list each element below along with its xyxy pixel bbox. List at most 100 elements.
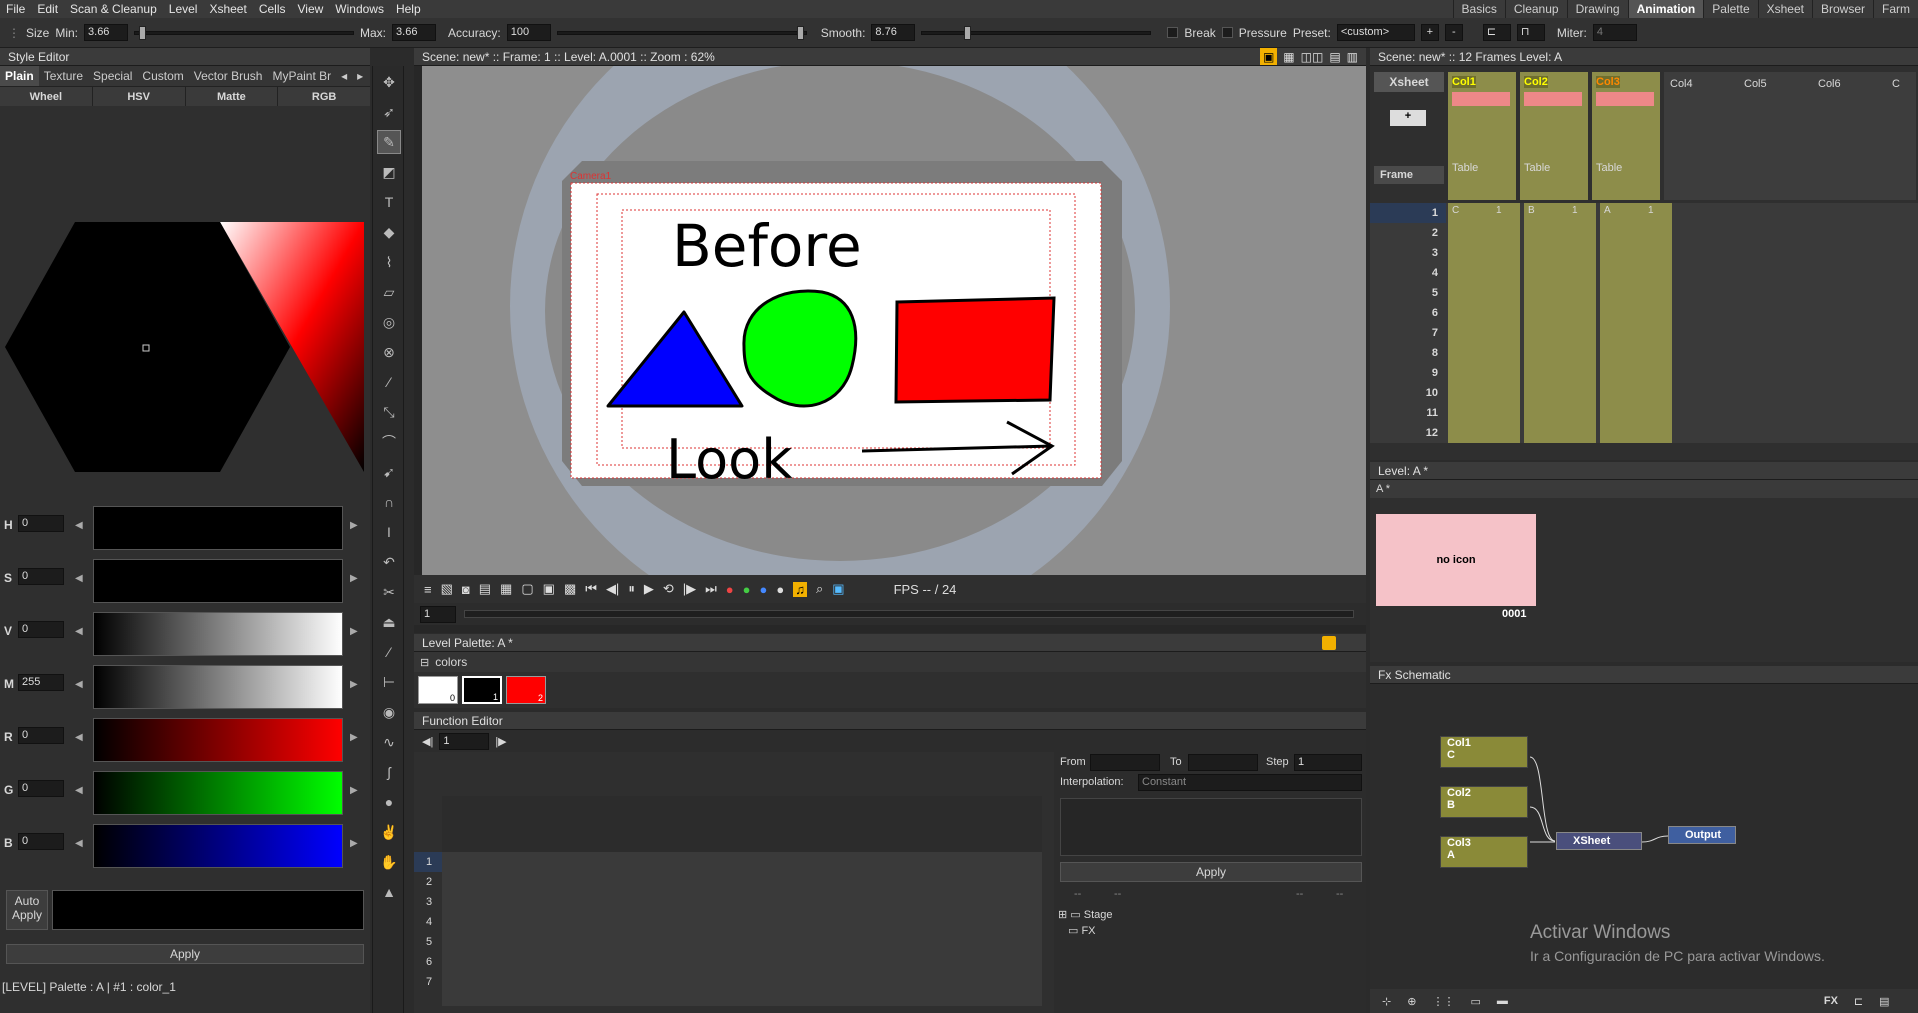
- level-dropdown[interactable]: A *: [1370, 480, 1918, 498]
- xsheet-cells-col1[interactable]: C1: [1448, 203, 1520, 443]
- room-basics[interactable]: Basics: [1452, 0, 1505, 18]
- output-icon[interactable]: ▤: [1879, 995, 1889, 1008]
- row-number[interactable]: 1: [1370, 203, 1446, 223]
- new-level-icon[interactable]: +: [1390, 110, 1426, 126]
- pinch-tool-icon[interactable]: ⌒: [377, 430, 401, 454]
- smooth-field[interactable]: 8.76: [871, 24, 916, 41]
- sound-icon[interactable]: ♫: [793, 581, 807, 597]
- color-wheel[interactable]: [0, 120, 370, 540]
- fit-icon[interactable]: ⊹: [1382, 995, 1391, 1008]
- auto-apply-toggle[interactable]: Auto Apply: [6, 890, 48, 930]
- column-preview-icon[interactable]: [1596, 92, 1654, 106]
- style-apply-button[interactable]: Apply: [6, 944, 364, 964]
- animate-tool-icon[interactable]: ✥: [377, 70, 401, 94]
- size-max-field[interactable]: 3.66: [392, 24, 437, 41]
- next-key-icon[interactable]: |▶: [495, 735, 506, 748]
- expand-icon[interactable]: ⊞: [1058, 909, 1070, 921]
- column-preview-icon[interactable]: [1452, 92, 1510, 106]
- v-field[interactable]: 0: [18, 621, 64, 638]
- bender-tool-icon[interactable]: I: [377, 520, 401, 544]
- tab-scroll-right-icon[interactable]: ▸: [352, 66, 368, 86]
- tree-stage[interactable]: ⊞ ▭ Stage: [1058, 908, 1112, 924]
- break-checkbox[interactable]: [1167, 27, 1179, 38]
- white-bg-icon[interactable]: ▢: [521, 581, 533, 597]
- tracker-tool-icon[interactable]: ⁄: [377, 640, 401, 664]
- to-field[interactable]: [1188, 754, 1258, 771]
- miter-field[interactable]: 4: [1592, 24, 1637, 41]
- r-field[interactable]: 0: [18, 727, 64, 744]
- interpolation-dropdown[interactable]: Constant: [1138, 774, 1362, 791]
- arrow-left-icon[interactable]: ◀: [75, 626, 83, 637]
- fx-button[interactable]: FX: [1824, 995, 1838, 1007]
- tab-vector-brush[interactable]: Vector Brush: [189, 66, 268, 86]
- cap-style-button[interactable]: ⊏: [1482, 24, 1511, 41]
- fill-tool-icon[interactable]: ◆: [377, 220, 401, 244]
- camera-view-icon[interactable]: ◫◫: [1301, 48, 1324, 65]
- locator-icon[interactable]: ⌕: [816, 581, 823, 597]
- mode-rgb[interactable]: RGB: [278, 87, 370, 106]
- geometric-tool-icon[interactable]: ◩: [377, 160, 401, 184]
- r-slider[interactable]: [93, 718, 343, 762]
- control-point-tool-icon[interactable]: ⤡: [377, 400, 401, 424]
- fx-node-col1[interactable]: Col1 C: [1440, 736, 1528, 768]
- arrow-right-icon[interactable]: ▶: [350, 838, 358, 849]
- last-frame-icon[interactable]: ⏭: [705, 581, 717, 597]
- black-bg-icon[interactable]: ▣: [543, 581, 555, 597]
- room-browser[interactable]: Browser: [1811, 0, 1873, 18]
- column-header-empty[interactable]: C: [1886, 72, 1916, 200]
- menu-xsheet[interactable]: Xsheet: [203, 2, 252, 16]
- prev-key-icon[interactable]: ◀|: [422, 735, 433, 748]
- snapshot-icon[interactable]: ◙: [462, 582, 470, 597]
- arrow-left-icon[interactable]: ◀: [75, 520, 83, 531]
- from-field[interactable]: [1090, 754, 1160, 771]
- alpha-channel-icon[interactable]: ●: [776, 582, 784, 597]
- menu-cells[interactable]: Cells: [253, 2, 292, 16]
- function-spreadsheet[interactable]: [442, 796, 1042, 1006]
- checker-bg-icon[interactable]: ▩: [564, 581, 576, 597]
- room-xsheet[interactable]: Xsheet: [1757, 0, 1812, 18]
- row-number[interactable]: 3: [1370, 243, 1446, 263]
- xsheet-cells-col2[interactable]: B1: [1524, 203, 1596, 443]
- preset-dropdown[interactable]: <custom>: [1336, 24, 1415, 41]
- flipbook-icon[interactable]: ▣: [832, 581, 844, 597]
- prev-frame-icon[interactable]: ◀|: [606, 581, 619, 597]
- cutter-tool-icon[interactable]: ✂: [377, 580, 401, 604]
- s-slider[interactable]: [93, 559, 343, 603]
- expand-toolbar-icon[interactable]: ▲: [377, 880, 401, 904]
- hand-tool-icon[interactable]: ●: [377, 790, 401, 814]
- menu-windows[interactable]: Windows: [329, 2, 390, 16]
- arrow-right-icon[interactable]: ▶: [350, 732, 358, 743]
- skeleton-tool-icon[interactable]: ⏏: [377, 610, 401, 634]
- s-field[interactable]: 0: [18, 568, 64, 585]
- stage-toggle-icon[interactable]: ⊏: [1854, 995, 1863, 1008]
- g-field[interactable]: 0: [18, 780, 64, 797]
- arrow-right-icon[interactable]: ▶: [350, 785, 358, 796]
- menu-help[interactable]: Help: [390, 2, 427, 16]
- tab-plain[interactable]: Plain: [0, 66, 39, 86]
- pause-icon[interactable]: ⏸: [628, 581, 635, 597]
- remove-preset-button[interactable]: -: [1444, 24, 1463, 41]
- iron-tool-icon[interactable]: ↶: [377, 550, 401, 574]
- level-frame-cell[interactable]: [1370, 504, 1542, 654]
- lock-icon[interactable]: [1322, 636, 1336, 650]
- pressure-checkbox[interactable]: [1221, 27, 1233, 38]
- size-min-field[interactable]: 3.66: [84, 24, 129, 41]
- zoom-tool-icon[interactable]: ∿: [377, 730, 401, 754]
- menu-level[interactable]: Level: [163, 2, 204, 16]
- row-number[interactable]: 12: [1370, 423, 1446, 443]
- accuracy-field[interactable]: 100: [506, 24, 551, 41]
- color-chip-1[interactable]: 1: [462, 676, 502, 704]
- m-slider[interactable]: [93, 665, 343, 709]
- step-field[interactable]: 1: [1294, 754, 1362, 771]
- row-number[interactable]: 5: [1370, 283, 1446, 303]
- pan-tool-icon[interactable]: ✋: [377, 850, 401, 874]
- column-header-empty[interactable]: Col6: [1812, 72, 1886, 200]
- tab-custom[interactable]: Custom: [137, 66, 188, 86]
- blue-channel-icon[interactable]: ●: [760, 582, 768, 597]
- red-channel-icon[interactable]: ●: [726, 582, 734, 597]
- rgb-picker-tool-icon[interactable]: ⁄: [377, 370, 401, 394]
- eraser-tool-icon[interactable]: ▱: [377, 280, 401, 304]
- loop-icon[interactable]: ⟲: [663, 581, 674, 597]
- row-number[interactable]: 10: [1370, 383, 1446, 403]
- maximize-icon[interactable]: ▬: [1497, 995, 1508, 1007]
